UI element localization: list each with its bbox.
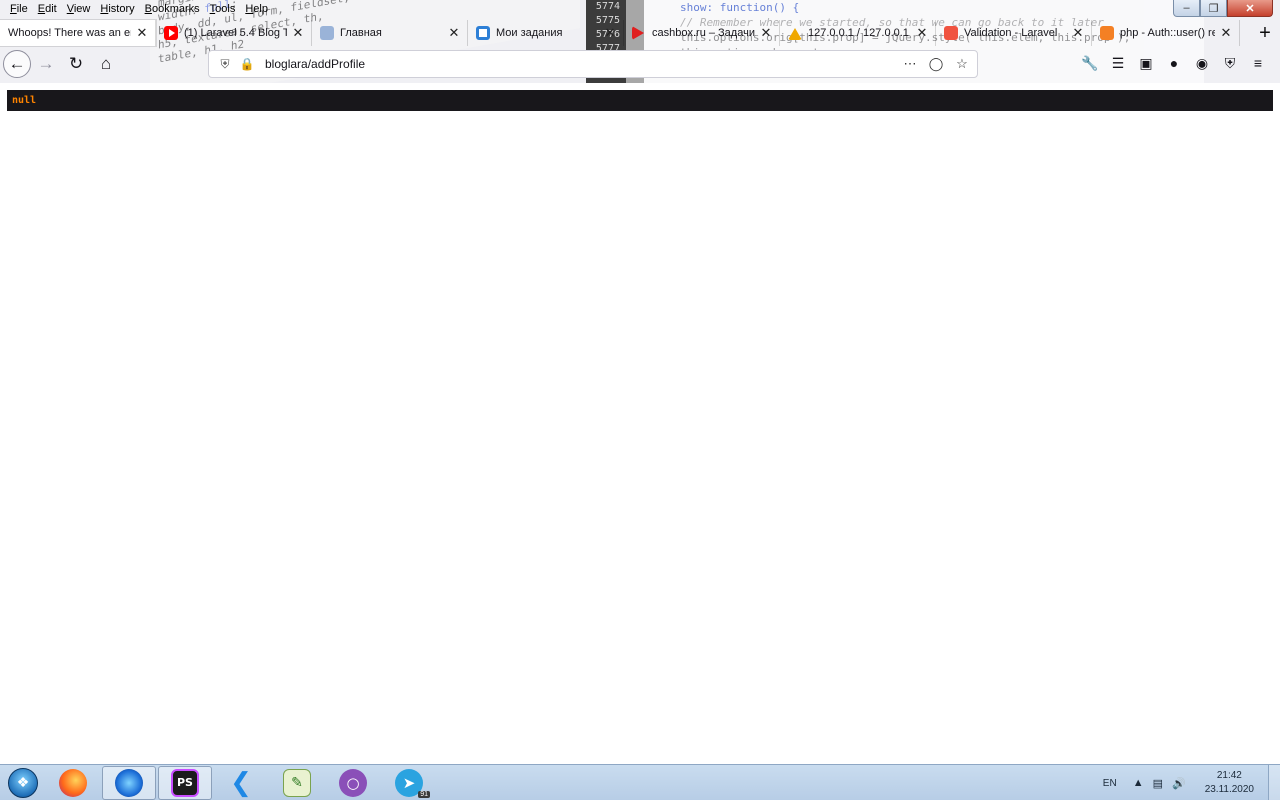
menu-view[interactable]: View: [62, 3, 96, 15]
browser-chrome: margin-left: relative; width: full; body…: [0, 0, 1280, 83]
tab-stackoverflow[interactable]: php - Auth::user() retu ✕: [1092, 20, 1240, 46]
reload-button[interactable]: ↻: [61, 49, 91, 79]
url-text[interactable]: bloglara/addProfile: [265, 57, 901, 71]
bookmark-star-icon[interactable]: ☆: [953, 56, 971, 72]
tab-validation-laravel[interactable]: Validation - Laravel ✕: [936, 20, 1092, 46]
library-icon[interactable]: ☰: [1104, 49, 1132, 77]
tab-title: Validation - Laravel: [964, 27, 1058, 39]
page-actions-icon[interactable]: ⋯: [901, 56, 919, 72]
tab-title: php - Auth::user() retu: [1120, 27, 1215, 39]
pocket-icon[interactable]: ◯: [927, 56, 945, 72]
warning-icon: [788, 26, 802, 40]
shield-icon[interactable]: ⛨: [215, 54, 235, 74]
navigation-toolbar: ← → ↻ ⌂ ⛨ 🔒 bloglara/addProfile ⋯ ◯ ☆ 🔧 …: [0, 47, 1280, 81]
tab-strip: Whoops! There was an error ✕ (1) Laravel…: [0, 20, 1280, 46]
toolbar-right: 🔧 ☰ ▣ ● ◉ ⛨ ≡: [1076, 49, 1272, 77]
tab-whoops-error[interactable]: Whoops! There was an error ✕: [0, 20, 156, 46]
tab-title: Главная: [340, 27, 382, 39]
close-icon[interactable]: ✕: [1219, 25, 1233, 41]
menu-help[interactable]: Help: [240, 3, 273, 15]
minimize-button[interactable]: –: [1173, 0, 1200, 17]
tab-title: (1) Laravel 5.4 Blog Tu: [184, 27, 287, 39]
start-button[interactable]: ❖: [0, 765, 46, 800]
flag-icon: [632, 26, 646, 40]
stackoverflow-icon: [1100, 26, 1114, 40]
language-indicator[interactable]: EN: [1103, 778, 1117, 789]
tab-cashbox[interactable]: cashbox.ru – Задачи ✕: [624, 20, 780, 46]
taskbar-app-notepad-plus-plus[interactable]: ✎: [270, 766, 324, 800]
menu-tools[interactable]: Tools: [205, 3, 241, 15]
target-icon: [476, 26, 490, 40]
wrench-icon[interactable]: 🔧: [1076, 49, 1104, 77]
tab-phpmyadmin[interactable]: 127.0.0.1 / 127.0.0.1 ✕: [780, 20, 936, 46]
taskbar-app-vscode[interactable]: ❮: [214, 766, 268, 800]
insecure-lock-icon[interactable]: 🔒: [237, 54, 257, 74]
menu-history[interactable]: History: [95, 3, 139, 15]
menu-bookmarks[interactable]: Bookmarks: [140, 3, 205, 15]
extension-icon[interactable]: ◉: [1188, 49, 1216, 77]
close-window-button[interactable]: ✕: [1227, 0, 1273, 17]
taskbar-app-firefox-developer[interactable]: [102, 765, 156, 800]
taskbar-app-telegram[interactable]: ➤ 91: [382, 766, 436, 800]
menu-edit[interactable]: Edit: [33, 3, 62, 15]
page-content: null: [0, 83, 1280, 764]
menu-file[interactable]: File: [5, 3, 33, 15]
notepad-plus-plus-icon: ✎: [283, 768, 311, 797]
volume-icon[interactable]: 🔊: [1172, 777, 1186, 790]
windows-taskbar: ❖ PS ❮ ✎ ○ ➤ 91 EN ▲ ▤ 🔊 21:42 23.11.202…: [0, 764, 1280, 800]
taskbar-app-phpstorm[interactable]: PS: [158, 765, 212, 800]
forward-button[interactable]: →: [31, 49, 61, 79]
var-dump-output: null: [7, 90, 1273, 111]
show-desktop-button[interactable]: [1268, 765, 1280, 800]
sidebar-icon[interactable]: ▣: [1132, 49, 1160, 77]
github-cat-icon: ○: [339, 768, 367, 797]
shield-extension-icon[interactable]: ⛨: [1216, 49, 1244, 77]
clock-date: 23.11.2020: [1204, 784, 1254, 795]
menu-bar: File Edit View History Bookmarks Tools H…: [0, 0, 273, 18]
windows-logo-icon: ❖: [8, 767, 38, 798]
hamburger-menu-icon[interactable]: ≡: [1244, 49, 1272, 77]
tab-laravel-blog[interactable]: (1) Laravel 5.4 Blog Tu ✕: [156, 20, 312, 46]
telegram-badge: 91: [418, 790, 430, 798]
close-icon[interactable]: ✕: [759, 25, 773, 41]
home-button[interactable]: ⌂: [91, 49, 121, 79]
url-bar[interactable]: ⛨ 🔒 bloglara/addProfile ⋯ ◯ ☆: [208, 50, 978, 78]
taskbar-app-github-desktop[interactable]: ○: [326, 766, 380, 800]
system-tray: EN ▲ ▤ 🔊 21:42 23.11.2020: [1103, 765, 1280, 800]
close-icon[interactable]: ✕: [1071, 25, 1085, 41]
close-icon[interactable]: ✕: [603, 25, 617, 41]
youtube-icon: [164, 26, 178, 40]
tab-glavnaya[interactable]: Главная ✕: [312, 20, 468, 46]
vscode-icon: ❮: [230, 767, 252, 798]
close-icon[interactable]: ✕: [915, 25, 929, 41]
new-tab-button[interactable]: +: [1250, 20, 1280, 46]
show-hidden-icons-icon[interactable]: ▲: [1133, 777, 1144, 789]
tab-title: cashbox.ru – Задачи: [652, 27, 755, 39]
firefox-developer-icon: [115, 768, 143, 797]
account-icon[interactable]: ●: [1160, 49, 1188, 77]
firefox-icon: [59, 768, 87, 797]
dump-value: null: [12, 95, 37, 106]
close-icon[interactable]: ✕: [447, 25, 461, 41]
back-button[interactable]: ←: [3, 50, 31, 78]
window-controls: – ❐ ✕: [1173, 0, 1273, 17]
tab-moi-zadaniya[interactable]: Мои задания ✕: [468, 20, 624, 46]
tab-title: Мои задания: [496, 27, 563, 39]
globe-icon: [320, 26, 334, 40]
tab-title: 127.0.0.1 / 127.0.0.1: [808, 27, 909, 39]
close-icon[interactable]: ✕: [291, 25, 305, 41]
phpstorm-icon: PS: [171, 768, 199, 797]
clock[interactable]: 21:42 23.11.2020: [1205, 769, 1254, 797]
tab-title: Whoops! There was an error: [8, 27, 131, 39]
network-icon[interactable]: ▤: [1153, 777, 1163, 790]
clock-time: 21:42: [1216, 770, 1242, 781]
maximize-button[interactable]: ❐: [1200, 0, 1227, 17]
close-icon[interactable]: ✕: [135, 25, 149, 41]
laravel-icon: [944, 26, 958, 40]
taskbar-app-firefox[interactable]: [46, 766, 100, 800]
